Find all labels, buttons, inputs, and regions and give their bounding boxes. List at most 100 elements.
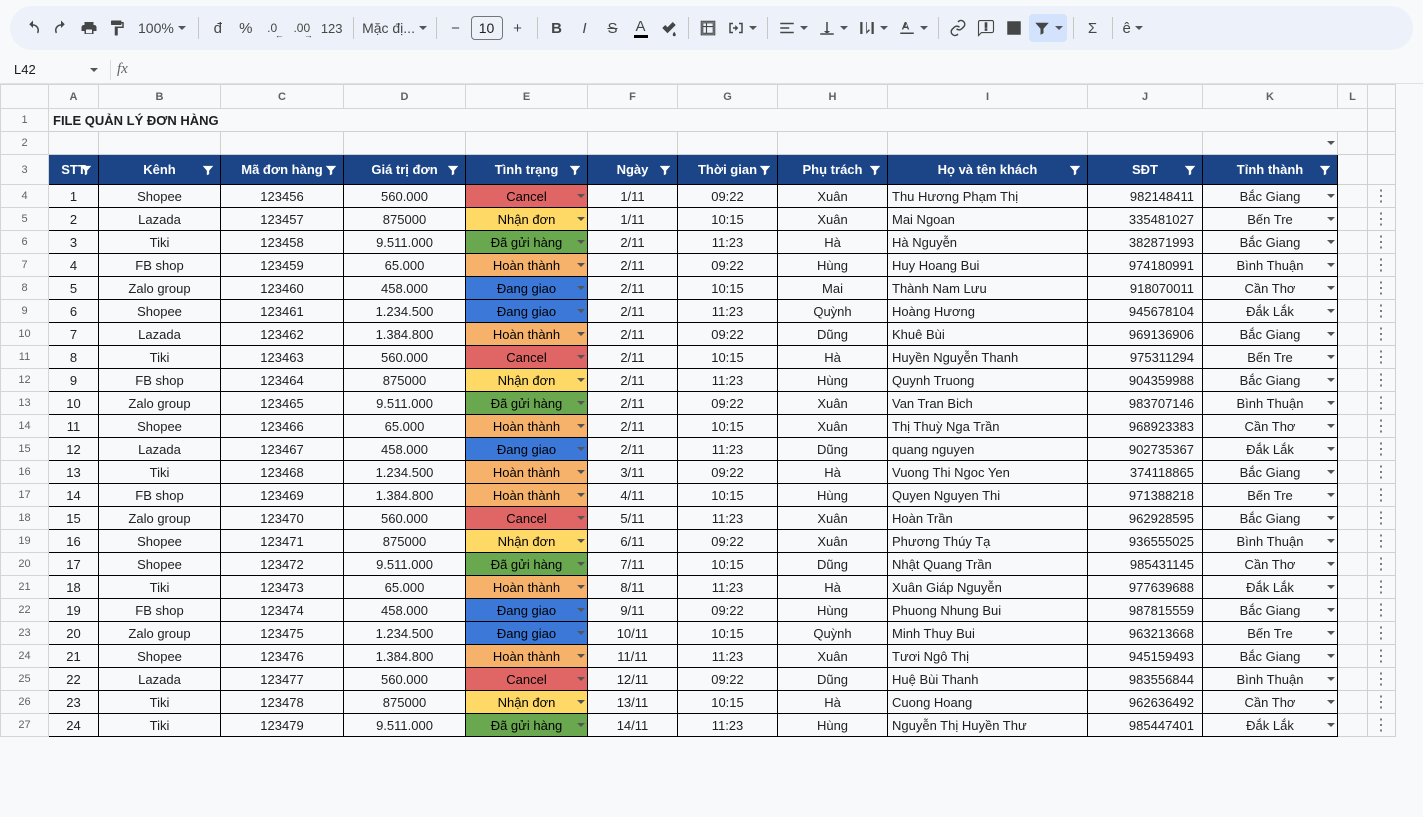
dropdown-arrow-icon[interactable] xyxy=(1327,631,1335,635)
table-header[interactable]: Họ và tên khách xyxy=(888,155,1088,185)
cell[interactable] xyxy=(221,132,344,155)
cell-thoigian[interactable]: 09:22 xyxy=(678,185,778,208)
cell-stt[interactable]: 2 xyxy=(49,208,99,231)
cell-ma[interactable]: 123475 xyxy=(221,622,344,645)
cell-tinhtrang[interactable]: Hoàn thành xyxy=(466,461,588,484)
percent-format-button[interactable]: % xyxy=(233,14,259,42)
cell[interactable] xyxy=(1338,323,1368,346)
cell-stt[interactable]: 11 xyxy=(49,415,99,438)
cell-hoten[interactable]: Van Tran Bich xyxy=(888,392,1088,415)
filter-icon[interactable] xyxy=(657,162,673,178)
cell-gia[interactable]: 1.234.500 xyxy=(344,622,466,645)
cell-sdt[interactable]: 936555025 xyxy=(1088,530,1203,553)
cell-sdt[interactable]: 971388218 xyxy=(1088,484,1203,507)
cell-thoigian[interactable]: 10:15 xyxy=(678,484,778,507)
cell-tinhtrang[interactable]: Hoàn thành xyxy=(466,576,588,599)
column-header-L[interactable]: L xyxy=(1338,85,1368,109)
cell-tinh[interactable]: Bắc Giang xyxy=(1203,231,1338,254)
cell-ngay[interactable]: 2/11 xyxy=(588,438,678,461)
filter-icon[interactable] xyxy=(78,162,94,178)
cell-tinhtrang[interactable]: Đang giao xyxy=(466,300,588,323)
cell-sdt[interactable]: 963213668 xyxy=(1088,622,1203,645)
cell-tinhtrang[interactable]: Đang giao xyxy=(466,438,588,461)
cell-ma[interactable]: 123479 xyxy=(221,714,344,737)
table-header[interactable]: Phụ trách xyxy=(778,155,888,185)
cell-stt[interactable]: 16 xyxy=(49,530,99,553)
cell-tinh[interactable]: Bình Thuận xyxy=(1203,254,1338,277)
cell[interactable] xyxy=(49,132,99,155)
cell[interactable] xyxy=(1338,645,1368,668)
row-header-21[interactable]: 21 xyxy=(1,576,49,599)
cell-thoigian[interactable]: 11:23 xyxy=(678,300,778,323)
cell-hoten[interactable]: Mai Ngoan xyxy=(888,208,1088,231)
cell-phutrach[interactable]: Hùng xyxy=(778,484,888,507)
cell-stt[interactable]: 17 xyxy=(49,553,99,576)
cell-sdt[interactable]: 983707146 xyxy=(1088,392,1203,415)
cell-stt[interactable]: 6 xyxy=(49,300,99,323)
cell-thoigian[interactable]: 11:23 xyxy=(678,507,778,530)
cell-phutrach[interactable]: Xuân xyxy=(778,392,888,415)
cell-ngay[interactable]: 9/11 xyxy=(588,599,678,622)
cell-gia[interactable]: 65.000 xyxy=(344,576,466,599)
filter-icon[interactable] xyxy=(1182,162,1198,178)
vertical-align-button[interactable] xyxy=(814,14,852,42)
cell-ngay[interactable]: 2/11 xyxy=(588,392,678,415)
cell-hoten[interactable]: Phương Thúy Tạ xyxy=(888,530,1088,553)
cell-hoten[interactable]: Xuân Giáp Nguyễn xyxy=(888,576,1088,599)
cell-tinhtrang[interactable]: Nhận đơn xyxy=(466,208,588,231)
strikethrough-button[interactable]: S xyxy=(600,14,626,42)
cell[interactable] xyxy=(1338,530,1368,553)
cell-tinhtrang[interactable]: Hoàn thành xyxy=(466,415,588,438)
cell[interactable] xyxy=(1338,461,1368,484)
cell-ma[interactable]: 123473 xyxy=(221,576,344,599)
cell-phutrach[interactable]: Dũng xyxy=(778,438,888,461)
row-header-16[interactable]: 16 xyxy=(1,461,49,484)
cell-sdt[interactable]: 962636492 xyxy=(1088,691,1203,714)
cell-ngay[interactable]: 2/11 xyxy=(588,231,678,254)
cell-thoigian[interactable]: 11:23 xyxy=(678,714,778,737)
cell-phutrach[interactable]: Quỳnh xyxy=(778,622,888,645)
cell-gia[interactable]: 875000 xyxy=(344,369,466,392)
text-wrap-button[interactable] xyxy=(854,14,892,42)
cell-gia[interactable]: 458.000 xyxy=(344,438,466,461)
dropdown-arrow-icon[interactable] xyxy=(1327,309,1335,313)
cell-sdt[interactable]: 374118865 xyxy=(1088,461,1203,484)
dropdown-arrow-icon[interactable] xyxy=(577,631,585,635)
italic-button[interactable]: I xyxy=(572,14,598,42)
dropdown-arrow-icon[interactable] xyxy=(1327,401,1335,405)
row-menu-button[interactable]: ⋮ xyxy=(1368,622,1396,645)
dropdown-arrow-icon[interactable] xyxy=(577,240,585,244)
filter-icon[interactable] xyxy=(867,162,883,178)
cell-hoten[interactable]: Phuong Nhung Bui xyxy=(888,599,1088,622)
row-menu-button[interactable]: ⋮ xyxy=(1368,530,1396,553)
dropdown-arrow-icon[interactable] xyxy=(577,585,585,589)
cell-sdt[interactable]: 985447401 xyxy=(1088,714,1203,737)
dropdown-arrow-icon[interactable] xyxy=(577,539,585,543)
cell-ngay[interactable]: 2/11 xyxy=(588,323,678,346)
dropdown-arrow-icon[interactable] xyxy=(577,723,585,727)
cell-hoten[interactable]: Minh Thuy Bui xyxy=(888,622,1088,645)
cell[interactable] xyxy=(888,132,1088,155)
cell-gia[interactable]: 1.384.800 xyxy=(344,484,466,507)
cell-kenh[interactable]: Zalo group xyxy=(99,622,221,645)
row-header-8[interactable]: 8 xyxy=(1,277,49,300)
row-header-24[interactable]: 24 xyxy=(1,645,49,668)
increase-decimal-button[interactable]: .00→ xyxy=(289,14,315,42)
insert-chart-button[interactable] xyxy=(1001,14,1027,42)
cell-stt[interactable]: 14 xyxy=(49,484,99,507)
cell-thoigian[interactable]: 10:15 xyxy=(678,208,778,231)
cell[interactable] xyxy=(1203,132,1338,155)
cell-stt[interactable]: 10 xyxy=(49,392,99,415)
column-header-I[interactable]: I xyxy=(888,85,1088,109)
cell-hoten[interactable]: Hà Nguyễn xyxy=(888,231,1088,254)
dropdown-arrow-icon[interactable] xyxy=(1327,700,1335,704)
row-menu-button[interactable]: ⋮ xyxy=(1368,438,1396,461)
cell-ngay[interactable]: 2/11 xyxy=(588,277,678,300)
dropdown-arrow-icon[interactable] xyxy=(1327,585,1335,589)
cell-kenh[interactable]: FB shop xyxy=(99,254,221,277)
cell-tinh[interactable]: Bến Tre xyxy=(1203,622,1338,645)
cell-tinh[interactable]: Đắk Lắk xyxy=(1203,714,1338,737)
cell-stt[interactable]: 7 xyxy=(49,323,99,346)
cell-tinh[interactable]: Bến Tre xyxy=(1203,346,1338,369)
dropdown-arrow-icon[interactable] xyxy=(1327,677,1335,681)
